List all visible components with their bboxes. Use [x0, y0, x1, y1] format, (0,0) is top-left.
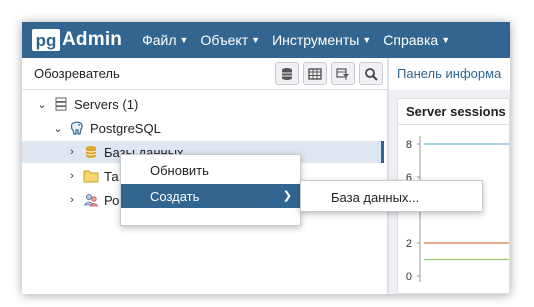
y-tick-label: 0	[406, 271, 412, 283]
chevron-down-icon: ▼	[179, 35, 189, 45]
tree-node-tablespaces[interactable]: › Та	[66, 165, 119, 187]
tab-dashboard[interactable]: Панель информа	[389, 58, 510, 90]
table-grid-icon	[308, 67, 322, 80]
chevron-down-icon[interactable]: ⌄	[36, 98, 48, 111]
menu-item-create-database-label: База данных...	[331, 189, 420, 205]
chevron-down-icon: ▼	[362, 35, 372, 45]
tree-node-postgresql[interactable]: ⌄ PostgreSQL	[52, 117, 161, 139]
search-objects-button[interactable]	[359, 62, 383, 85]
menu-help[interactable]: Справка ▼	[383, 32, 450, 48]
menu-help-label: Справка	[383, 32, 439, 48]
chevron-down-icon: ▼	[251, 35, 261, 45]
logo-admin-text: Admin	[62, 29, 123, 50]
main-menu: Файл ▼ Объект ▼ Инструменты ▼ Справка ▼	[142, 22, 462, 58]
browser-toolbar	[271, 62, 383, 85]
chevron-down-icon[interactable]: ⌄	[52, 122, 64, 135]
menu-item-create[interactable]: Создать ❯	[121, 184, 300, 208]
pgadmin-logo[interactable]: pg Admin	[32, 22, 122, 58]
elephant-icon	[69, 120, 85, 136]
server-sessions-title: Server sessions	[398, 99, 509, 125]
menu-tools[interactable]: Инструменты ▼	[272, 32, 371, 48]
menu-object[interactable]: Объект ▼	[200, 32, 260, 48]
tree-label-servers: Servers (1)	[74, 96, 139, 112]
browser-panel-header: Обозреватель	[22, 58, 387, 90]
database-icon	[83, 144, 99, 160]
browser-title: Обозреватель	[34, 66, 120, 81]
y-tick-label: 8	[406, 139, 412, 151]
folder-icon	[83, 168, 99, 184]
context-menu: Обновить Создать ❯	[120, 154, 301, 226]
menu-item-refresh[interactable]: Обновить	[121, 158, 300, 182]
chevron-right-icon[interactable]: ›	[66, 170, 78, 182]
chevron-down-icon: ▼	[441, 35, 451, 45]
menu-tools-label: Инструменты	[272, 32, 360, 48]
tree-label-postgresql: PostgreSQL	[90, 120, 161, 136]
y-tick-label: 2	[406, 238, 412, 250]
chevron-right-icon: ❯	[282, 190, 292, 202]
menu-object-label: Объект	[200, 32, 249, 48]
logo-pg-badge: pg	[32, 29, 60, 51]
chevron-right-icon[interactable]: ›	[66, 146, 78, 158]
roles-icon	[83, 192, 99, 208]
tab-strip: Панель информа	[389, 58, 510, 90]
tree-node-roles[interactable]: › Ро	[66, 189, 119, 211]
tab-dashboard-label: Панель информа	[397, 65, 502, 81]
query-tool-button[interactable]	[275, 62, 299, 85]
filtered-rows-button[interactable]	[331, 62, 355, 85]
menu-item-refresh-label: Обновить	[150, 162, 209, 178]
tree-node-servers[interactable]: ⌄ Servers (1)	[36, 93, 138, 115]
tree-label-roles: Ро	[104, 192, 120, 208]
create-submenu: База данных...	[300, 180, 483, 212]
top-navbar: pg Admin Файл ▼ Объект ▼ Инструменты ▼ С…	[22, 22, 510, 58]
search-icon	[365, 67, 378, 81]
database-stack-icon	[282, 67, 292, 80]
menu-item-create-database[interactable]: База данных...	[301, 185, 482, 209]
tree-label-tablespaces: Та	[104, 168, 119, 184]
menu-item-create-label: Создать	[150, 188, 200, 204]
menu-file-label: Файл	[142, 32, 177, 48]
view-data-button[interactable]	[303, 62, 327, 85]
filter-table-icon	[336, 67, 349, 80]
servers-icon	[53, 96, 69, 112]
menu-file[interactable]: Файл ▼	[142, 32, 188, 48]
chevron-right-icon[interactable]: ›	[66, 194, 78, 206]
